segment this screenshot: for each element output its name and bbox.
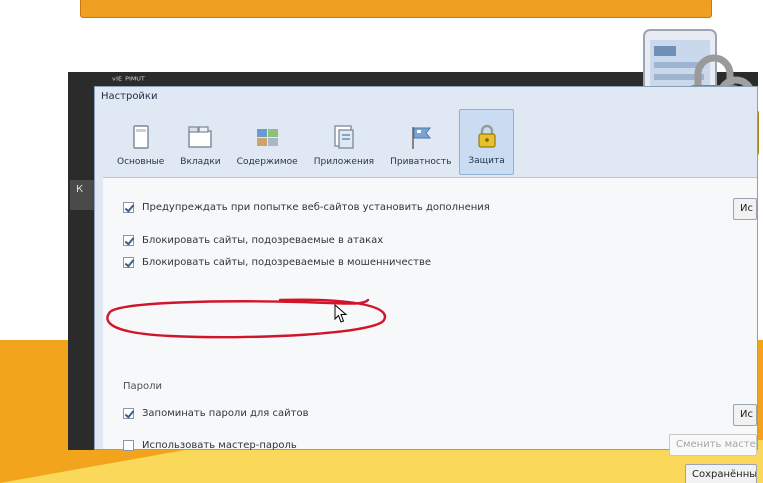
tab-label: Защита (468, 156, 505, 166)
block-fraud-checkbox[interactable] (123, 257, 134, 268)
applications-icon (334, 125, 354, 149)
padlock-icon (477, 124, 496, 148)
option-label: Блокировать сайты, подозреваемые в атака… (142, 235, 384, 246)
option-master-password[interactable]: Использовать мастер-пароль (123, 440, 297, 451)
tab-applications[interactable]: Приложения (306, 109, 382, 175)
tabs-icon (188, 126, 213, 148)
content-icon (257, 129, 279, 146)
tab-label: Вкладки (180, 157, 221, 167)
block-attack-checkbox[interactable] (123, 235, 134, 246)
tab-security[interactable]: Защита (459, 109, 514, 175)
warn-addons-checkbox[interactable] (123, 202, 134, 213)
option-block-fraud[interactable]: Блокировать сайты, подозреваемые в мошен… (123, 257, 431, 268)
browser-sidebar-tab[interactable]: К (70, 180, 96, 210)
master-password-checkbox[interactable] (123, 440, 134, 451)
remember-passwords-checkbox[interactable] (123, 408, 134, 419)
tab-label: Содержимое (236, 157, 298, 167)
tab-general[interactable]: Основные (109, 109, 172, 175)
option-label: Предупреждать при попытке веб-сайтов уст… (142, 202, 490, 213)
saved-passwords-button[interactable]: Сохранённые (685, 464, 757, 483)
settings-toolbar: Основные Вкладки Содержимое Приложения П… (109, 109, 514, 175)
option-label: Блокировать сайты, подозреваемые в мошен… (142, 257, 431, 268)
dialog-title: Настройки (101, 91, 158, 102)
passwords-section-label: Пароли (123, 381, 163, 392)
exceptions-button-addons[interactable]: Ис (733, 198, 757, 220)
change-master-password-button[interactable]: Сменить мастер (669, 434, 757, 456)
option-block-attack[interactable]: Блокировать сайты, подозреваемые в атака… (123, 235, 383, 246)
exceptions-button-passwords[interactable]: Ис (733, 404, 757, 426)
settings-dialog: Настройки Основные Вкладки Содержимое Пр… (94, 86, 758, 483)
tab-label: Основные (117, 157, 165, 167)
privacy-icon (411, 127, 431, 149)
option-label: Запоминать пароли для сайтов (142, 408, 309, 419)
slide-title-banner (80, 0, 712, 18)
tab-content[interactable]: Содержимое (229, 109, 306, 175)
mouse-cursor-icon (334, 304, 348, 323)
tab-tabs[interactable]: Вкладки (172, 109, 228, 175)
option-remember-passwords[interactable]: Запоминать пароли для сайтов (123, 408, 308, 419)
tab-label: Приложения (313, 157, 375, 167)
option-label: Использовать мастер-пароль (142, 440, 297, 451)
general-icon (132, 125, 149, 149)
option-warn-addons[interactable]: Предупреждать при попытке веб-сайтов уст… (123, 202, 490, 213)
tab-privacy[interactable]: Приватность (382, 109, 459, 175)
tab-label: Приватность (390, 157, 452, 167)
